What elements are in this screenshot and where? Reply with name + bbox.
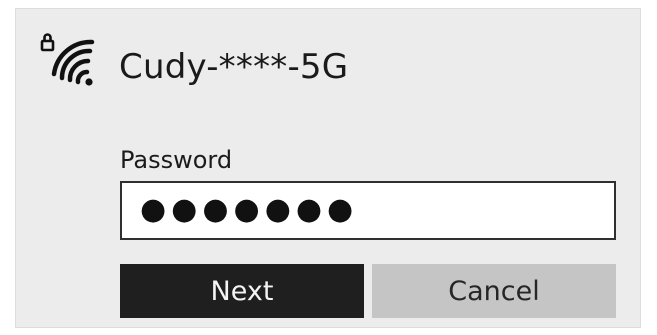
network-name: Cudy-****-5G xyxy=(119,47,349,87)
lock-icon xyxy=(40,39,55,52)
secured-wifi-icon xyxy=(39,26,109,96)
cancel-button[interactable]: Cancel xyxy=(372,264,616,318)
wifi-connect-panel: Cudy-****-5G Password ●●●●●●● Next Cance… xyxy=(15,8,641,328)
next-button[interactable]: Next xyxy=(120,264,364,318)
password-input[interactable]: ●●●●●●● xyxy=(120,181,616,240)
password-value: ●●●●●●● xyxy=(140,192,359,227)
password-label: Password xyxy=(120,146,233,174)
